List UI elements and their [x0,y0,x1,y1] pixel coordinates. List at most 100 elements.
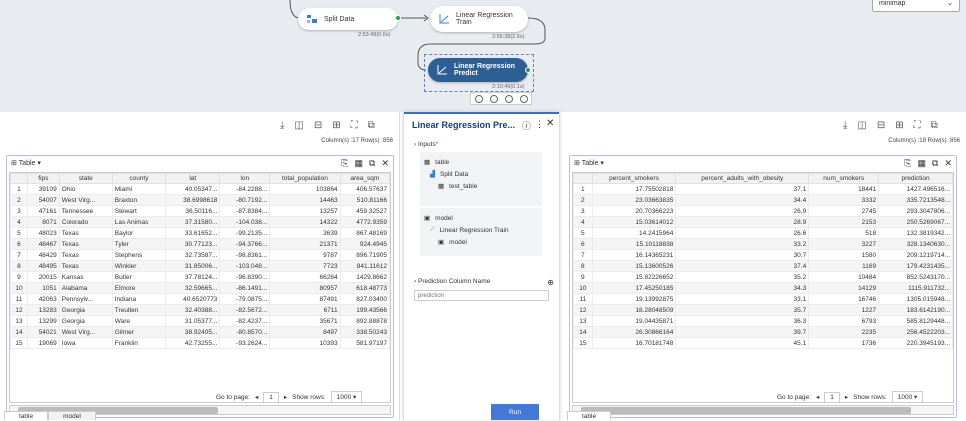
table-row[interactable]: 9 15.82226652 35.2 10484 852.5243170... [573,271,953,283]
column-header[interactable]: percent_smokers [591,173,677,184]
tab-table[interactable]: table [567,411,612,420]
table-row[interactable]: 4 8071 Colorado Las Animas 37.31580... -104.0… [10,216,390,228]
play-icon[interactable] [504,94,513,103]
popout-icon[interactable]: ⧉ [368,120,375,131]
table-row[interactable]: 14 26.30866164 39.7 2235 256.4522203... [573,326,953,338]
workflow-canvas[interactable]: Split Data 2:53:49(0.6s) Linear Regressi… [0,0,966,112]
show-rows-select[interactable]: 1000 ▾ [891,391,924,403]
table-row[interactable]: 12 13283 Georgia Treutlen 32.40388... -82.567… [10,304,390,316]
download-icon[interactable]: ⤓ [843,120,847,131]
table-row[interactable]: 11 19.13992875 33.1 16746 1305.015948... [573,293,953,305]
node-split-data[interactable]: Split Data [298,8,398,30]
column-header[interactable]: county [111,173,167,184]
minimap-select[interactable]: minimap ⌄ [872,0,960,12]
split-vertical-icon[interactable]: ◫ [294,120,303,131]
table-row[interactable]: 5 14.2415964 26.6 518 132.3819342... [573,227,953,239]
split-vertical-icon[interactable]: ◫ [857,120,866,131]
fullscreen-icon[interactable]: ⛶ [914,120,921,131]
column-header[interactable]: percent_adults_with_obesity [675,173,810,184]
column-header[interactable]: area_sqm [339,173,390,184]
columns-icon[interactable]: ▦ [918,158,927,169]
column-header[interactable]: prediction [878,173,953,184]
close-icon[interactable]: ✕ [546,118,554,129]
column-header[interactable] [573,173,593,184]
next-page-icon[interactable]: ▸ [845,393,848,401]
column-header[interactable]: state [58,173,113,184]
prediction-column-section[interactable]: › Prediction Column Name ⊕ [414,278,554,287]
close-icon[interactable]: ✕ [381,158,389,169]
prediction-column-input[interactable] [414,290,549,301]
node-linear-regression-predict[interactable]: Linear Regression Predict [428,58,528,82]
tab-model[interactable]: model [48,411,96,420]
table-dropdown[interactable]: ⊞ Table ▾ [11,159,41,167]
table-row[interactable]: 2 54007 West Virg... Braxton 38.6998618 -80.7… [10,194,390,206]
table-row[interactable]: 12 18.28048509 35.7 1227 183.6142190... [573,304,953,316]
column-header[interactable]: num_smokers [808,173,880,184]
table-row[interactable]: 5 48023 Texas Baylor 33.61652... -99.2135... 3… [10,227,390,239]
run-button[interactable]: Run [491,404,539,420]
help-icon[interactable]: ⓘ [522,119,531,132]
table-row[interactable]: 15 16.70181748 45.1 1736 220.3945193... [573,337,953,349]
output-port[interactable] [395,15,401,21]
download-icon[interactable]: ⤓ [280,120,284,131]
table-row[interactable]: 7 48429 Texas Stephens 32.73587... -98.8361..… [10,249,390,261]
show-rows-select[interactable]: 1000 ▾ [330,391,363,403]
model-item[interactable]: ▣ model [424,236,538,248]
prev-page-icon[interactable]: ◂ [255,393,258,401]
split-horizontal-icon[interactable]: ⊟ [314,120,322,131]
copy-icon[interactable]: ⧉ [932,158,938,169]
table-row[interactable]: 6 15.10118838 33.2 3227 328.1340630... [573,238,953,250]
prev-page-icon[interactable]: ◂ [816,393,819,401]
output-port[interactable] [525,67,531,73]
export-icon[interactable]: ⎘ [341,158,348,169]
columns-icon[interactable]: ▦ [355,158,364,169]
table-row[interactable]: 9 20015 Kansas Butler 37.78124... -96.8390...… [10,271,390,283]
table-row[interactable]: 8 15.13600526 37.4 1169 179.4231435... [573,260,953,272]
cancel-icon[interactable] [474,94,483,103]
inputs-section[interactable]: › Inputs* [414,141,438,148]
horizontal-scrollbar[interactable] [572,405,954,415]
split-horizontal-icon[interactable]: ⊟ [877,120,885,131]
table-row[interactable]: 8 48495 Texas Winkler 31.85006... -103.048...… [10,260,390,272]
table-row[interactable]: 4 15.03614012 28.9 2153 250.5269067... [573,216,953,228]
table-row[interactable]: 2 23.03663835 34.4 3332 335.7213548... [573,194,953,206]
column-header[interactable] [10,173,28,184]
globe-icon[interactable]: ⊕ [547,278,554,287]
table-row[interactable]: 14 54021 West Virg... Gilmer 38.92405... -80.… [10,326,390,338]
tab-table[interactable]: table [4,411,49,420]
grid-icon[interactable]: ⊞ [332,120,340,131]
page-input[interactable]: 1 [263,391,279,403]
settings-icon[interactable] [519,94,528,103]
table-row[interactable]: 7 16.14365231 30.7 1580 209.1219714... [573,249,953,261]
column-header[interactable]: lon [219,173,271,184]
table-item[interactable]: ▦ test_table [424,180,538,192]
popout-icon[interactable]: ⧉ [931,120,938,131]
page-input[interactable]: 1 [824,391,840,403]
table-row[interactable]: 1 17.75502818 37.1 18441 1427.496516... [573,183,953,195]
node-linear-regression-train[interactable]: Linear Regression Train [430,6,528,32]
next-page-icon[interactable]: ▸ [284,393,287,401]
table-row[interactable]: 13 13299 Georgia Ware 31.05377... -82.4237...… [10,315,390,327]
column-header[interactable]: fips [26,173,60,184]
data-grid[interactable]: fips state county lat lon total_population are… [9,172,391,403]
close-icon[interactable]: ✕ [944,158,952,169]
column-header[interactable]: total_population [269,173,341,184]
table-row[interactable]: 10 1051 Alabama Elmore 32.59665... -86.1491..… [10,282,390,294]
data-grid[interactable]: percent_smokers percent_adults_with_obesi… [572,172,954,403]
copy-icon[interactable]: ⧉ [369,158,375,169]
grid-icon[interactable]: ⊞ [895,120,903,131]
table-dropdown[interactable]: ⊞ Table ▾ [574,159,604,167]
table-row[interactable]: 15 19069 Iowa Franklin 42.73255... -93.2624..… [10,337,390,349]
export-icon[interactable]: ⎘ [904,158,911,169]
table-row[interactable]: 3 47161 Tennessee Stewart 36.50116... -87.838… [10,205,390,217]
table-row[interactable]: 1 39109 Ohio Miami 40.05347... -84.2288... 103… [10,183,390,195]
fullscreen-icon[interactable]: ⛶ [351,120,358,131]
link-icon[interactable] [489,94,498,103]
table-row[interactable]: 10 17.45250185 34.3 14129 1115.911732... [573,282,953,294]
table-row[interactable]: 3 20.70366223 26.9 2745 293.3047806... [573,205,953,217]
table-row[interactable]: 13 19.04435871 36.3 6793 585.8129448... [573,315,953,327]
column-header[interactable]: lat [165,173,221,184]
table-row[interactable]: 11 42063 Pennsylv... Indiana 40.6520773 -79.0… [10,293,390,305]
more-icon[interactable]: ⋮ [535,119,544,130]
table-row[interactable]: 6 48467 Texas Tyler 30.77123... -94.3766... 21… [10,238,390,250]
